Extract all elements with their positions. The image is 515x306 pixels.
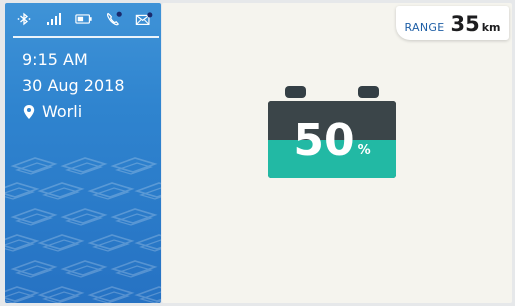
time-text: 9:15 AM [22, 50, 88, 69]
battery-body: 50 % [268, 101, 396, 178]
range-value: 35 [450, 12, 480, 36]
location-row: Worli [22, 99, 125, 125]
status-bar [5, 3, 161, 35]
location-text: Worli [42, 102, 83, 121]
phone-icon [105, 11, 123, 27]
range-card: RANGE 35 km [396, 6, 509, 40]
battery-percent-unit: % [357, 143, 371, 158]
bluetooth-icon [15, 11, 33, 27]
status-divider [13, 36, 159, 38]
info-block: 9:15 AM 30 Aug 2018 Worli [22, 47, 125, 125]
main-panel: RANGE 35 km 50 % [162, 3, 512, 303]
background-pattern [5, 153, 161, 303]
signal-icon [45, 11, 63, 27]
date-text: 30 Aug 2018 [22, 76, 125, 95]
battery-percent-value: 50 [293, 114, 355, 166]
range-label: RANGE [404, 21, 445, 34]
mail-icon [135, 11, 153, 27]
battery-terminal-right [358, 86, 379, 98]
battery-status-icon [75, 11, 93, 27]
app-frame: 9:15 AM 30 Aug 2018 Worli RANGE 35 km 50… [0, 0, 515, 306]
battery-terminal-left [285, 86, 306, 98]
range-unit: km [481, 21, 501, 34]
battery-gauge: 50 % [268, 86, 396, 178]
location-pin-icon [22, 104, 36, 120]
sidebar: 9:15 AM 30 Aug 2018 Worli [5, 3, 161, 303]
battery-readout: 50 % [268, 101, 396, 178]
